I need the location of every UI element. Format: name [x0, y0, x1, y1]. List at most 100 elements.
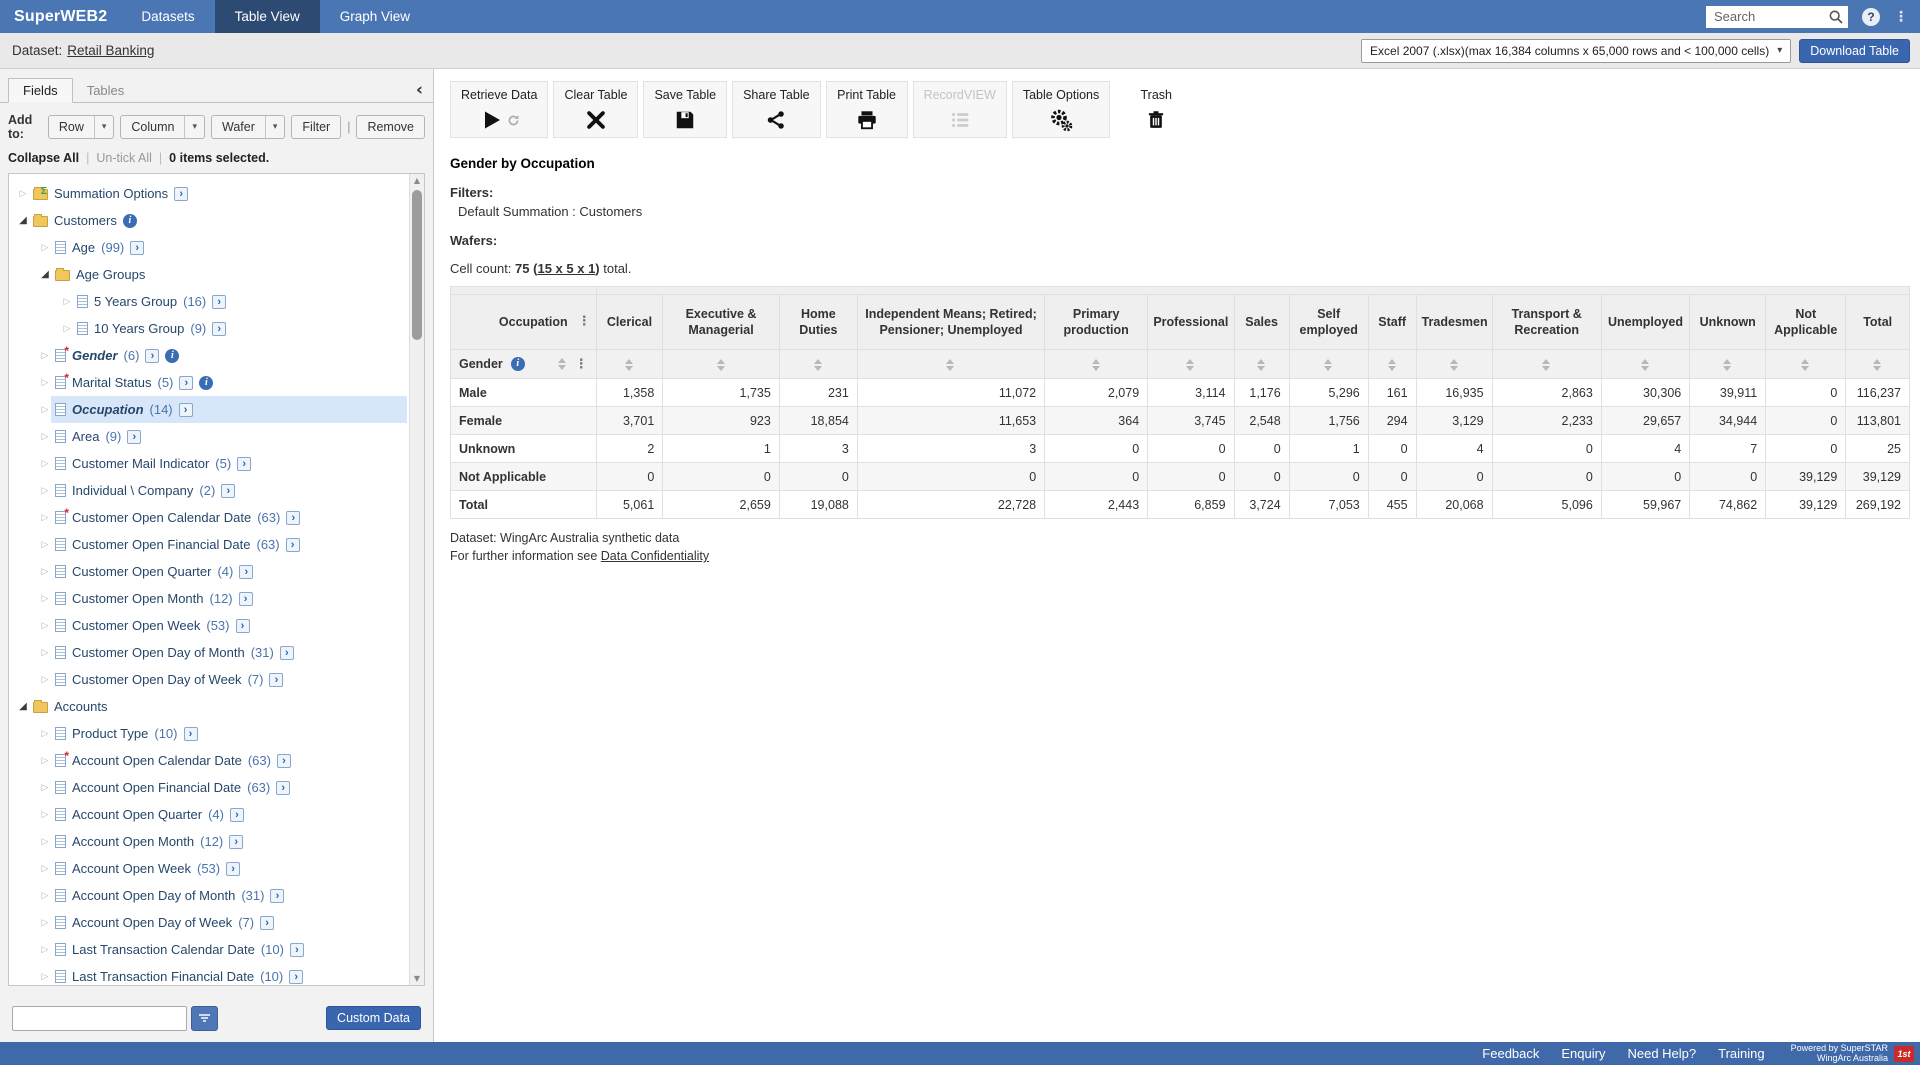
tree-item-accounts[interactable]: ◢Accounts [9, 693, 407, 720]
sort-icon[interactable] [946, 359, 955, 371]
column-header-primary-production[interactable]: Primary production [1045, 295, 1148, 350]
tree-item-account-open-month[interactable]: ▷Account Open Month(12)› [9, 828, 407, 855]
expand-expander-icon[interactable]: ▷ [61, 297, 73, 307]
tree-item-account-open-financial-date[interactable]: ▷Account Open Financial Date(63)› [9, 774, 407, 801]
tree-item-account-open-quarter[interactable]: ▷Account Open Quarter(4)› [9, 801, 407, 828]
download-table-button[interactable]: Download Table [1799, 39, 1910, 63]
filter-dropdown-button[interactable] [191, 1006, 218, 1031]
expand-expander-icon[interactable]: ▷ [39, 405, 51, 415]
open-field-arrow-button[interactable]: › [236, 619, 250, 633]
field-search-input[interactable] [12, 1006, 187, 1031]
collapse-all-link[interactable]: Collapse All [8, 151, 79, 165]
footer-link-feedback[interactable]: Feedback [1482, 1046, 1539, 1061]
tree-item-gender[interactable]: ▷*Gender(6)›i [9, 342, 407, 369]
tree-item-customers[interactable]: ◢Customersi [9, 207, 407, 234]
sort-icon[interactable] [1801, 359, 1810, 371]
tree-item-customer-mail-indicator[interactable]: ▷Customer Mail Indicator(5)› [9, 450, 407, 477]
expand-expander-icon[interactable]: ▷ [61, 324, 73, 334]
retrieve-data-button[interactable]: Retrieve Data [450, 81, 548, 138]
save-table-button[interactable]: Save Table [643, 81, 727, 138]
collapse-expander-icon[interactable]: ◢ [17, 701, 29, 712]
expand-expander-icon[interactable]: ▷ [39, 459, 51, 469]
info-icon[interactable]: i [511, 357, 525, 371]
open-field-arrow-button[interactable]: › [280, 646, 294, 660]
tree-item-customer-open-day-of-month[interactable]: ▷Customer Open Day of Month(31)› [9, 639, 407, 666]
gender-menu-icon[interactable]: ⋮ [575, 357, 588, 372]
expand-expander-icon[interactable]: ▷ [39, 378, 51, 388]
remove-button[interactable]: Remove [356, 115, 425, 139]
search-icon[interactable] [1828, 9, 1844, 30]
tree-scrollbar[interactable]: ▲ ▼ [409, 174, 424, 985]
scrollbar-thumb[interactable] [412, 190, 422, 340]
tree-item-age-groups[interactable]: ◢Age Groups [9, 261, 407, 288]
open-field-arrow-button[interactable]: › [290, 943, 304, 957]
untick-all-link[interactable]: Un-tick All [96, 151, 152, 165]
tab-tables[interactable]: Tables [73, 79, 139, 102]
column-header-tradesmen[interactable]: Tradesmen [1416, 295, 1492, 350]
overflow-menu-icon[interactable]: ⋮ [1894, 9, 1908, 25]
expand-expander-icon[interactable]: ▷ [39, 486, 51, 496]
info-icon[interactable]: i [165, 349, 179, 363]
open-field-arrow-button[interactable]: › [229, 835, 243, 849]
tree-item-individual-company[interactable]: ▷Individual \ Company(2)› [9, 477, 407, 504]
add-to-filter-button[interactable]: Filter [291, 115, 341, 139]
sort-icon[interactable] [1388, 359, 1397, 371]
expand-expander-icon[interactable]: ▷ [39, 540, 51, 550]
trash-button[interactable]: Trash [1115, 81, 1197, 138]
tree-item-occupation[interactable]: ▷Occupation(14)› [9, 396, 407, 423]
column-header-not-applicable[interactable]: Not Applicable [1766, 295, 1846, 350]
tree-item-account-open-calendar-date[interactable]: ▷*Account Open Calendar Date(63)› [9, 747, 407, 774]
tree-item-customer-open-month[interactable]: ▷Customer Open Month(12)› [9, 585, 407, 612]
expand-expander-icon[interactable]: ▷ [39, 891, 51, 901]
column-header-home-duties[interactable]: Home Duties [779, 295, 857, 350]
expand-expander-icon[interactable]: ▷ [39, 432, 51, 442]
row-dropdown-icon[interactable]: ▾ [94, 116, 114, 138]
sort-icon[interactable] [558, 358, 567, 370]
data-confidentiality-link[interactable]: Data Confidentiality [601, 549, 709, 563]
search-input[interactable] [1706, 6, 1848, 28]
expand-expander-icon[interactable]: ▷ [39, 594, 51, 604]
expand-expander-icon[interactable]: ▷ [39, 567, 51, 577]
tree-item-marital-status[interactable]: ▷*Marital Status(5)›i [9, 369, 407, 396]
expand-expander-icon[interactable]: ▷ [39, 918, 51, 928]
column-header-professional[interactable]: Professional [1148, 295, 1234, 350]
column-header-unknown[interactable]: Unknown [1690, 295, 1766, 350]
tree-item-customer-open-calendar-date[interactable]: ▷*Customer Open Calendar Date(63)› [9, 504, 407, 531]
open-field-arrow-button[interactable]: › [145, 349, 159, 363]
occupation-menu-icon[interactable]: ⋮ [578, 314, 591, 331]
expand-expander-icon[interactable]: ▷ [39, 783, 51, 793]
sort-icon[interactable] [717, 359, 726, 371]
tree-item-last-transaction-calendar-date[interactable]: ▷Last Transaction Calendar Date(10)› [9, 936, 407, 963]
expand-expander-icon[interactable]: ▷ [39, 945, 51, 955]
tree-item-account-open-day-of-month[interactable]: ▷Account Open Day of Month(31)› [9, 882, 407, 909]
sort-icon[interactable] [1542, 359, 1551, 371]
tree-item-age[interactable]: ▷Age(99)› [9, 234, 407, 261]
sort-icon[interactable] [1324, 359, 1333, 371]
open-field-arrow-button[interactable]: › [286, 511, 300, 525]
column-header-total[interactable]: Total [1846, 295, 1910, 350]
tab-graph-view[interactable]: Graph View [320, 0, 430, 33]
open-field-arrow-button[interactable]: › [286, 538, 300, 552]
add-to-wafer-button[interactable]: Wafer ▾ [211, 115, 285, 139]
open-field-arrow-button[interactable]: › [179, 403, 193, 417]
footer-link-training[interactable]: Training [1718, 1046, 1764, 1061]
scroll-down-icon[interactable]: ▼ [410, 974, 424, 983]
expand-expander-icon[interactable]: ▷ [39, 864, 51, 874]
print-table-button[interactable]: Print Table [826, 81, 908, 138]
expand-expander-icon[interactable]: ▷ [39, 513, 51, 523]
sort-icon[interactable] [1092, 359, 1101, 371]
sort-icon[interactable] [814, 359, 823, 371]
open-field-arrow-button[interactable]: › [221, 484, 235, 498]
sort-icon[interactable] [625, 359, 634, 371]
open-field-arrow-button[interactable]: › [174, 187, 188, 201]
tab-datasets[interactable]: Datasets [121, 0, 214, 33]
info-icon[interactable]: i [199, 376, 213, 390]
open-field-arrow-button[interactable]: › [277, 754, 291, 768]
add-to-column-button[interactable]: Column ▾ [120, 115, 205, 139]
open-field-arrow-button[interactable]: › [127, 430, 141, 444]
tree-item-customer-open-day-of-week[interactable]: ▷Customer Open Day of Week(7)› [9, 666, 407, 693]
clear-table-button[interactable]: Clear Table [553, 81, 638, 138]
tab-table-view[interactable]: Table View [215, 0, 320, 33]
expand-expander-icon[interactable]: ▷ [39, 810, 51, 820]
tab-fields[interactable]: Fields [8, 78, 73, 103]
